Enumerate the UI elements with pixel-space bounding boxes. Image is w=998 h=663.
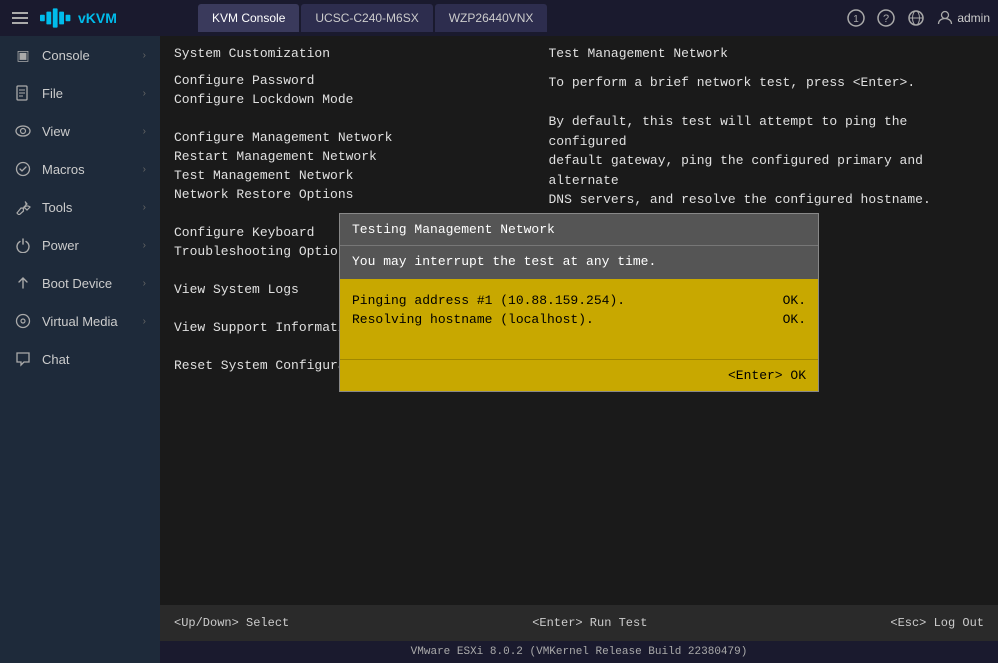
sidebar: ▣ Console › File › View › Macros › <box>0 36 160 663</box>
tools-arrow: › <box>143 202 146 213</box>
topbar: vKVM KVM Console UCSC-C240-M6SX WZP26440… <box>0 0 998 36</box>
sidebar-item-virtual-media[interactable]: Virtual Media › <box>0 302 160 340</box>
dialog-footer[interactable]: <Enter> OK <box>340 359 818 391</box>
globe-icon[interactable] <box>907 9 925 27</box>
esxi-menu-item-0[interactable]: Configure Password <box>174 73 529 88</box>
console-icon: ▣ <box>14 46 32 64</box>
username-label: admin <box>957 11 990 25</box>
app-title: vKVM <box>78 10 117 26</box>
sidebar-label-view: View <box>42 124 133 139</box>
view-icon <box>14 122 32 140</box>
esxi-menu-item-6[interactable]: Network Restore Options <box>174 187 529 202</box>
svg-text:1: 1 <box>854 14 860 25</box>
dialog-title: Testing Management Network <box>340 214 818 246</box>
esxi-left-title: System Customization <box>174 46 529 61</box>
dialog-result-0-label: Pinging address #1 (10.88.159.254). <box>352 293 625 308</box>
tab-kvm-console[interactable]: KVM Console <box>198 4 299 32</box>
sidebar-label-macros: Macros <box>42 162 133 177</box>
sidebar-item-view[interactable]: View › <box>0 112 160 150</box>
status-bar: <Up/Down> Select <Enter> Run Test <Esc> … <box>160 605 998 641</box>
topbar-right: 1 ? admin <box>847 9 990 27</box>
user-info[interactable]: admin <box>937 10 990 26</box>
info-bar: VMware ESXi 8.0.2 (VMKernel Release Buil… <box>160 641 998 663</box>
file-icon <box>14 84 32 102</box>
badge-icon[interactable]: 1 <box>847 9 865 27</box>
esxi-menu-item-2 <box>174 111 529 126</box>
chat-icon <box>14 350 32 368</box>
sidebar-label-virtual-media: Virtual Media <box>42 314 133 329</box>
tools-icon <box>14 198 32 216</box>
macros-icon <box>14 160 32 178</box>
virtual-media-arrow: › <box>143 316 146 327</box>
sidebar-label-power: Power <box>42 238 133 253</box>
esxi-menu-item-4[interactable]: Restart Management Network <box>174 149 529 164</box>
power-icon <box>14 236 32 254</box>
console-arrow: › <box>143 50 146 61</box>
status-bar-center: <Enter> Run Test <box>289 616 890 630</box>
status-bar-left: <Up/Down> Select <box>174 616 289 630</box>
dialog-result-1: Resolving hostname (localhost). OK. <box>352 312 806 327</box>
help-icon[interactable]: ? <box>877 9 895 27</box>
sidebar-label-chat: Chat <box>42 352 146 367</box>
esxi-right-title: Test Management Network <box>549 46 985 61</box>
topbar-tabs: KVM Console UCSC-C240-M6SX WZP26440VNX <box>198 4 839 32</box>
dialog-result-1-label: Resolving hostname (localhost). <box>352 312 594 327</box>
sidebar-item-console[interactable]: ▣ Console › <box>0 36 160 74</box>
boot-device-arrow: › <box>143 278 146 289</box>
dialog-result-1-status: OK. <box>783 312 806 327</box>
boot-device-icon <box>14 274 32 292</box>
sidebar-label-tools: Tools <box>42 200 133 215</box>
tab-ucsc[interactable]: UCSC-C240-M6SX <box>301 4 432 32</box>
dialog-result-0: Pinging address #1 (10.88.159.254). OK. <box>352 293 806 308</box>
sidebar-item-power[interactable]: Power › <box>0 226 160 264</box>
macros-arrow: › <box>143 164 146 175</box>
file-arrow: › <box>143 88 146 99</box>
sidebar-item-file[interactable]: File › <box>0 74 160 112</box>
sidebar-label-boot-device: Boot Device <box>42 276 133 291</box>
info-bar-text: VMware ESXi 8.0.2 (VMKernel Release Buil… <box>411 646 748 658</box>
sidebar-item-tools[interactable]: Tools › <box>0 188 160 226</box>
esxi-screen[interactable]: System Customization Configure Password … <box>160 36 998 605</box>
virtual-media-icon <box>14 312 32 330</box>
power-arrow: › <box>143 240 146 251</box>
esxi-menu-item-1[interactable]: Configure Lockdown Mode <box>174 92 529 107</box>
sidebar-label-file: File <box>42 86 133 101</box>
sidebar-item-chat[interactable]: Chat <box>0 340 160 378</box>
esxi-menu-item-5[interactable]: Test Management Network <box>174 168 529 183</box>
svg-text:?: ? <box>883 13 889 25</box>
sidebar-item-macros[interactable]: Macros › <box>0 150 160 188</box>
sidebar-label-console: Console <box>42 48 133 63</box>
dialog-result-0-status: OK. <box>783 293 806 308</box>
dialog-content: Pinging address #1 (10.88.159.254). OK. … <box>340 279 818 359</box>
app-logo: vKVM <box>40 8 190 28</box>
view-arrow: › <box>143 126 146 137</box>
tab-wzp[interactable]: WZP26440VNX <box>435 4 548 32</box>
sidebar-item-boot-device[interactable]: Boot Device › <box>0 264 160 302</box>
kvm-area: System Customization Configure Password … <box>160 36 998 663</box>
dialog-box[interactable]: Testing Management Network You may inter… <box>339 213 819 392</box>
status-bar-right: <Esc> Log Out <box>890 616 984 630</box>
esxi-right-desc: To perform a brief network test, press <… <box>549 73 985 210</box>
main-layout: ▣ Console › File › View › Macros › <box>0 36 998 663</box>
dialog-body: You may interrupt the test at any time. <box>340 246 818 279</box>
hamburger-menu[interactable] <box>8 8 32 28</box>
esxi-menu-item-3[interactable]: Configure Management Network <box>174 130 529 145</box>
